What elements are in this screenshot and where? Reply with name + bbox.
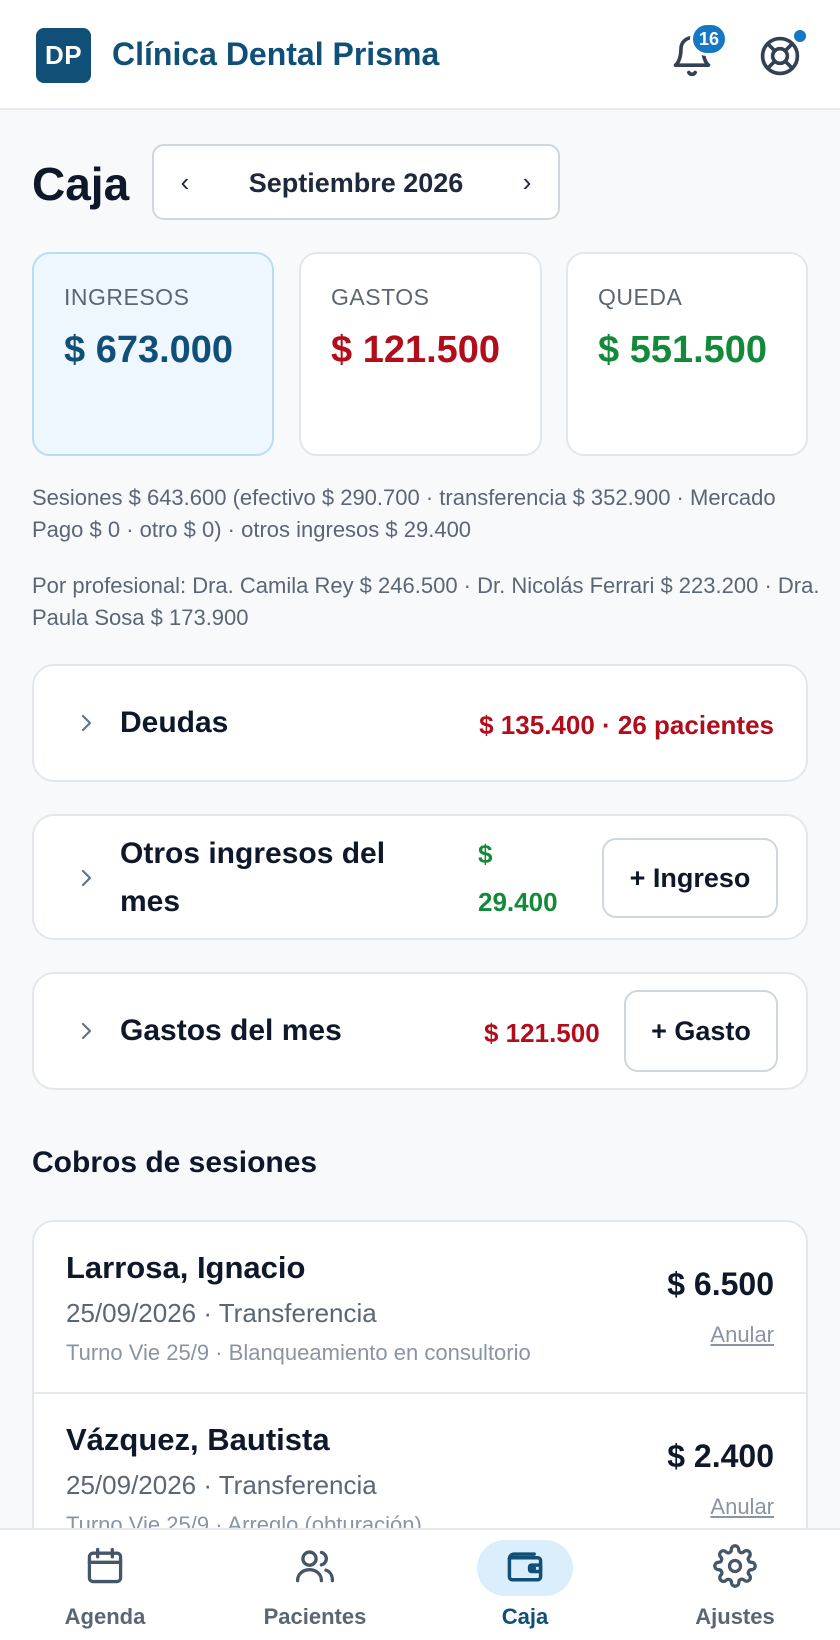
debts-title: Deudas (120, 706, 229, 739)
chevron-right-icon (81, 869, 92, 887)
nav-label: Ajustes (695, 1604, 775, 1629)
next-month-button[interactable]: › (512, 164, 542, 200)
calendar-icon (87, 1547, 123, 1584)
add-expense-button[interactable]: + Gasto (624, 990, 778, 1072)
payment-date-method: 25/09/2026 · Transferencia (66, 1470, 377, 1500)
income-value: $ 673.000 (64, 329, 234, 371)
void-payment-link[interactable]: Anular (710, 1322, 774, 1348)
payment-date-method: 25/09/2026 · Transferencia (66, 1298, 377, 1328)
void-payment-link[interactable]: Anular (710, 1494, 774, 1520)
appointment-info: Turno Vie 25/9 · Blanqueamiento en consu… (66, 1340, 531, 1365)
payments-section-title: Cobros de sesiones (32, 1146, 318, 1179)
remaining-label: QUEDA (598, 284, 683, 310)
nav-label: Pacientes (263, 1604, 367, 1629)
income-label: INGRESOS (64, 284, 190, 310)
bottom-navigation: Agenda Pacientes Caja Ajustes (0, 1528, 840, 1640)
expenses-title: Gastos del mes (120, 1014, 342, 1047)
debts-value: $ 135.400 · 26 pacientes (479, 710, 774, 740)
payment-amount: $ 2.400 (667, 1438, 774, 1474)
users-icon (295, 1550, 335, 1583)
notification-count-badge: 16 (690, 22, 728, 56)
expense-label: GASTOS (331, 284, 430, 310)
professional-breakdown: Por profesional: Dra. Camila Rey $ 246.5… (32, 573, 820, 630)
payment-row[interactable]: Larrosa, Ignacio 25/09/2026 · Transferen… (34, 1222, 806, 1392)
other-income-value: $ 29.400 (478, 839, 558, 917)
app-title: Clínica Dental Prisma (112, 36, 440, 72)
page-title: Caja (32, 158, 130, 210)
other-income-title: Otros ingresos del mes (120, 837, 386, 918)
nav-item-ajustes[interactable]: Ajustes (630, 1530, 840, 1640)
expenses-value: $ 121.500 (484, 1018, 600, 1048)
add-income-button[interactable]: + Ingreso (602, 838, 778, 918)
nav-label: Agenda (64, 1604, 146, 1629)
month-label: Septiembre 2026 (248, 168, 464, 198)
patient-name: Larrosa, Ignacio (66, 1250, 306, 1285)
nav-item-pacientes[interactable]: Pacientes (210, 1530, 420, 1640)
income-card: INGRESOS $ 673.000 (32, 252, 274, 456)
app-header: DP Clínica Dental Prisma 16 (0, 0, 840, 110)
wallet-icon (507, 1552, 543, 1582)
patient-name: Vázquez, Bautista (66, 1422, 330, 1457)
nav-item-agenda[interactable]: Agenda (0, 1530, 210, 1640)
payments-list: Larrosa, Ignacio 25/09/2026 · Transferen… (32, 1220, 808, 1550)
gear-icon (713, 1544, 757, 1588)
clinic-logo: DP (36, 28, 91, 83)
other-income-accordion[interactable]: Otros ingresos del mes $ 29.400 + Ingres… (32, 814, 808, 940)
expense-value: $ 121.500 (331, 329, 501, 371)
remaining-card: QUEDA $ 551.500 (566, 252, 808, 456)
payment-row[interactable]: Vázquez, Bautista 25/09/2026 · Transfere… (34, 1392, 806, 1548)
chevron-right-icon (81, 714, 92, 732)
nav-label: Caja (501, 1604, 549, 1629)
expense-card: GASTOS $ 121.500 (299, 252, 542, 456)
remaining-value: $ 551.500 (598, 329, 768, 371)
debts-accordion[interactable]: Deudas $ 135.400 · 26 pacientes (32, 664, 808, 782)
sessions-breakdown: Sesiones $ 643.600 (efectivo $ 290.700 ·… (32, 485, 776, 542)
nav-item-caja[interactable]: Caja (420, 1530, 630, 1640)
payment-amount: $ 6.500 (667, 1266, 774, 1302)
chevron-right-icon (81, 1022, 92, 1040)
help-indicator-dot (792, 28, 808, 44)
month-picker: ‹ Septiembre 2026 › (152, 144, 560, 220)
expenses-accordion[interactable]: Gastos del mes $ 121.500 + Gasto (32, 972, 808, 1090)
